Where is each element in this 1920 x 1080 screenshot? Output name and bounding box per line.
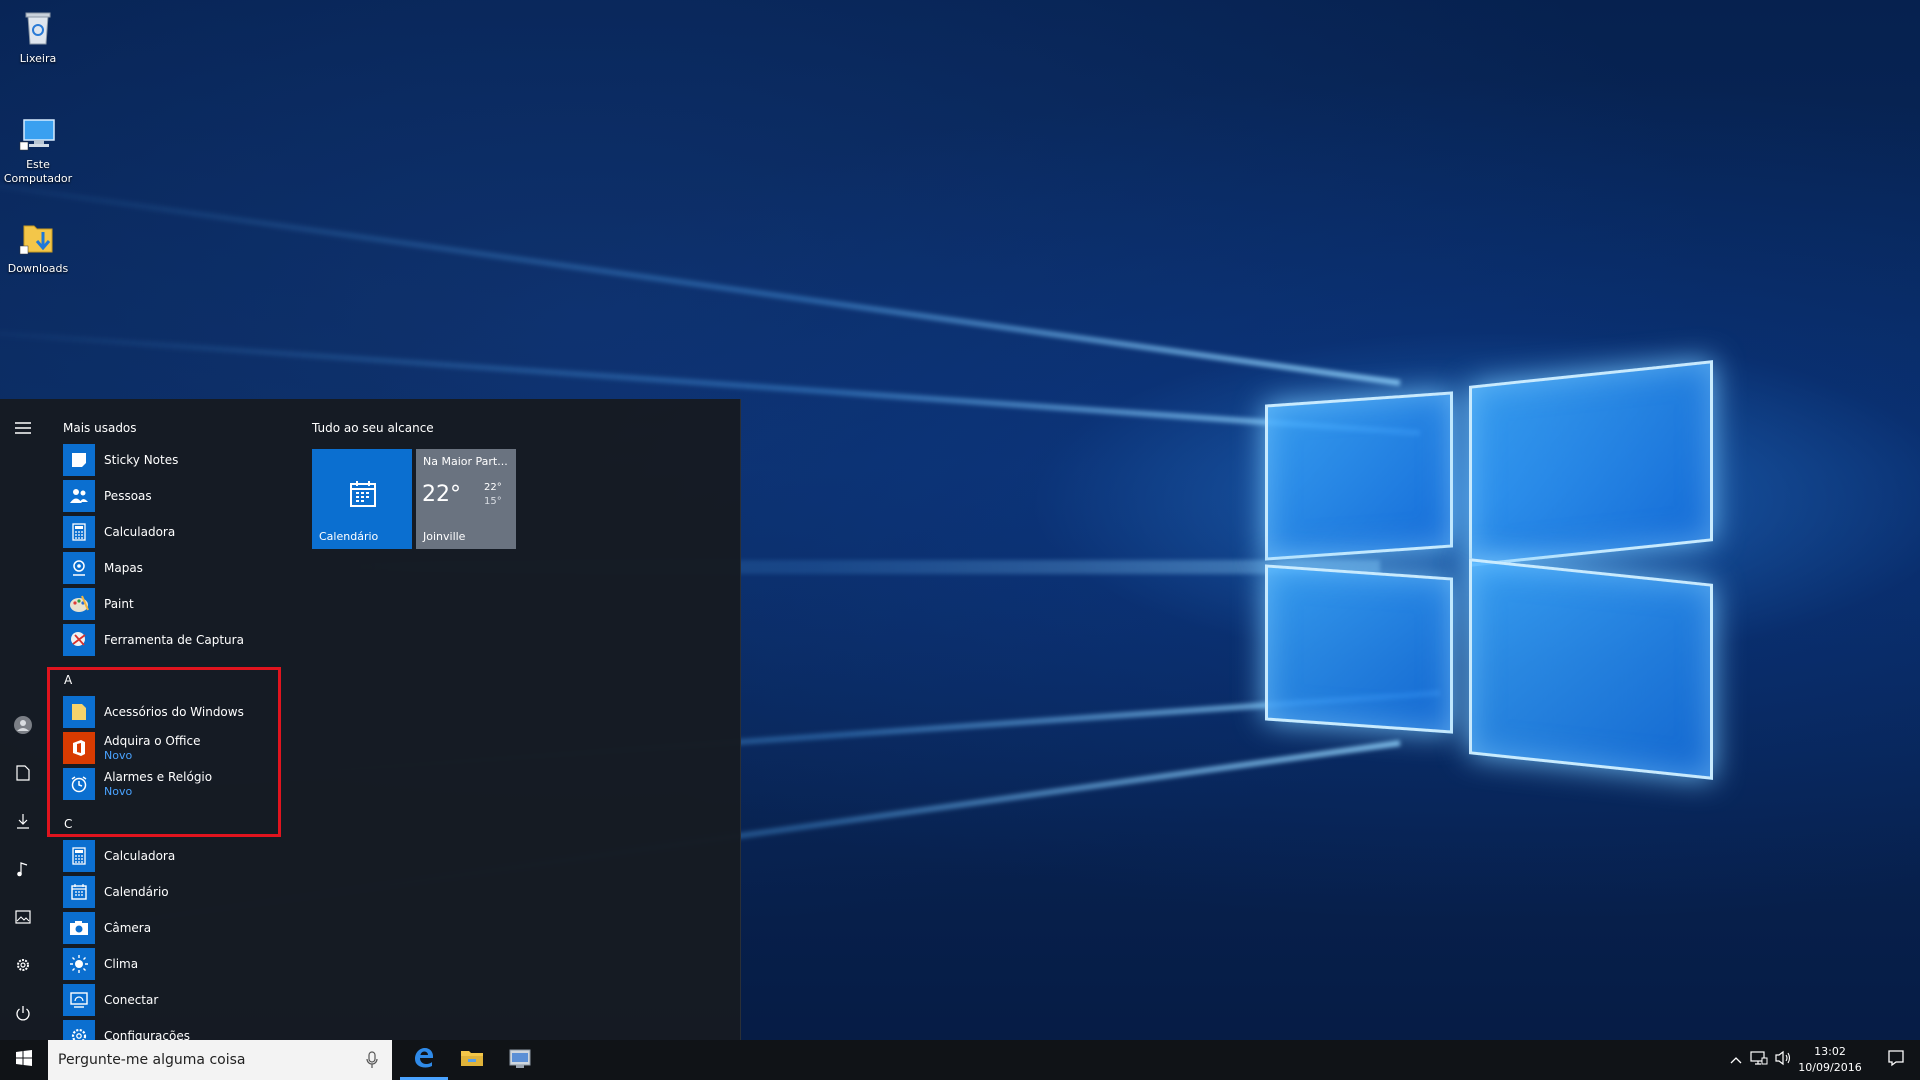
app-label: Configurações (104, 1028, 190, 1041)
power-button[interactable] (11, 1003, 35, 1027)
app-label: Mapas (104, 560, 143, 575)
calculator-icon (63, 516, 95, 548)
settings-button[interactable] (11, 955, 35, 979)
app-label: Pessoas (104, 488, 152, 503)
app-item-weather[interactable]: Clima (63, 948, 283, 980)
snipping-tool-icon (63, 624, 95, 656)
weather-high: 22° (484, 482, 502, 493)
search-input[interactable]: Pergunte-me alguma coisa (48, 1040, 392, 1080)
search-placeholder: Pergunte-me alguma coisa (58, 1052, 246, 1068)
desktop-icon-this-pc[interactable]: Este Computador (0, 114, 76, 186)
app-item-calculator-c[interactable]: Calculadora (63, 840, 283, 872)
picture-icon (15, 910, 31, 928)
tiles-group-title[interactable]: Tudo ao seu alcance (312, 421, 434, 435)
document-icon (16, 765, 30, 785)
people-icon (63, 480, 95, 512)
folder-icon (460, 1048, 484, 1072)
maps-icon (63, 552, 95, 584)
network-icon (1750, 1050, 1768, 1070)
folder-download-icon (18, 218, 58, 258)
downloads-button[interactable] (11, 811, 35, 835)
app-item-camera[interactable]: Câmera (63, 912, 283, 944)
camera-icon (63, 912, 95, 944)
desktop-icon-downloads[interactable]: Downloads (0, 218, 76, 276)
documents-button[interactable] (11, 763, 35, 787)
app-item-calendar[interactable]: Calendário (63, 876, 283, 908)
user-account-button[interactable] (11, 715, 35, 739)
desktop-icon-label: Lixeira (19, 52, 57, 65)
app-item-sticky-notes[interactable]: Sticky Notes (63, 444, 283, 476)
app-item-maps[interactable]: Mapas (63, 552, 283, 584)
power-icon (15, 1005, 31, 1025)
weather-city: Joinville (423, 530, 466, 543)
chevron-up-icon (1730, 1053, 1742, 1067)
desktop-icon-label: Este Computador (3, 158, 73, 185)
gear-icon (63, 1020, 95, 1040)
app-label: Clima (104, 956, 139, 971)
action-center-button[interactable] (1872, 1040, 1920, 1080)
tile-label: Calendário (319, 530, 379, 543)
app-item-snipping-tool[interactable]: Ferramenta de Captura (63, 624, 283, 656)
desktop-icon-recycle-bin[interactable]: Lixeira (0, 8, 76, 66)
clock-date: 10/09/2016 (1798, 1061, 1862, 1074)
calendar-icon (63, 876, 95, 908)
show-hidden-icons-button[interactable] (1726, 1040, 1746, 1080)
computer-icon (18, 114, 58, 154)
taskbar-store-button[interactable] (496, 1040, 544, 1080)
windows-logo-wallpaper (1265, 345, 1715, 785)
paint-palette-icon (63, 588, 95, 620)
app-item-connect[interactable]: Conectar (63, 984, 283, 1016)
clock[interactable]: 13:02 10/09/2016 (1790, 1044, 1870, 1076)
tile-calendar[interactable]: Calendário (312, 449, 412, 549)
weather-condition: Na Maior Part... (423, 455, 508, 468)
weather-temperature: 22° (422, 482, 461, 507)
hamburger-icon (15, 420, 31, 438)
hamburger-menu-button[interactable] (11, 417, 35, 441)
app-label: Calculadora (104, 848, 176, 863)
gear-icon (15, 957, 31, 977)
microphone-icon[interactable] (366, 1051, 378, 1073)
taskbar-edge-button[interactable] (400, 1040, 448, 1080)
highlight-box (47, 667, 281, 837)
app-item-paint[interactable]: Paint (63, 588, 283, 620)
most-used-title: Mais usados (63, 421, 137, 435)
recycle-bin-icon (18, 8, 58, 48)
sticky-notes-icon (63, 444, 95, 476)
clock-time: 13:02 (1814, 1045, 1846, 1058)
connect-icon (63, 984, 95, 1016)
calculator-icon (63, 840, 95, 872)
app-label: Calculadora (104, 524, 176, 539)
tile-weather[interactable]: Na Maior Part... 22° 22° 15° Joinville (416, 449, 516, 549)
desktop-icon-label: Downloads (7, 262, 69, 275)
user-avatar-icon (13, 715, 33, 739)
taskbar: Pergunte-me alguma coisa 13:02 10/09/201… (0, 1040, 1920, 1080)
download-icon (16, 813, 30, 833)
tiles-area: Tudo ao seu alcance Calendário Na Maior … (300, 399, 730, 1040)
light-beam (0, 171, 1401, 386)
app-item-people[interactable]: Pessoas (63, 480, 283, 512)
edge-icon (412, 1045, 436, 1073)
app-label: Sticky Notes (104, 452, 179, 467)
app-label: Paint (104, 596, 134, 611)
start-menu-rail (0, 399, 46, 1040)
start-button[interactable] (0, 1040, 48, 1080)
music-note-icon (16, 861, 30, 881)
app-item-calculator[interactable]: Calculadora (63, 516, 283, 548)
app-label: Conectar (104, 992, 159, 1007)
calendar-icon (348, 479, 378, 512)
app-label: Ferramenta de Captura (104, 632, 244, 647)
pictures-button[interactable] (11, 907, 35, 931)
taskbar-file-explorer-button[interactable] (448, 1040, 496, 1080)
sun-icon (63, 948, 95, 980)
app-item-settings[interactable]: Configurações (63, 1020, 283, 1040)
app-label: Câmera (104, 920, 152, 935)
app-window-icon (508, 1047, 532, 1073)
weather-low: 15° (484, 496, 502, 507)
app-label: Calendário (104, 884, 169, 899)
music-button[interactable] (11, 859, 35, 883)
windows-logo-icon (16, 1050, 32, 1070)
network-button[interactable] (1748, 1040, 1770, 1080)
notification-icon (1887, 1049, 1905, 1071)
